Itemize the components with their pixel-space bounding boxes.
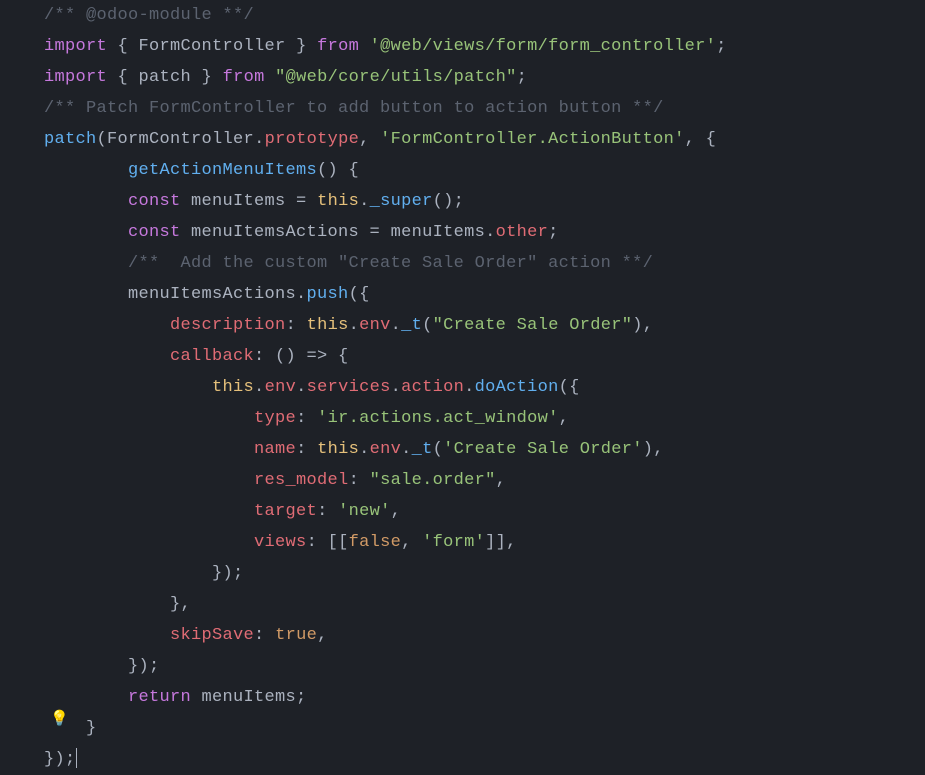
code-line: }); (44, 744, 925, 775)
code-line: callback: () => { (44, 341, 925, 372)
code-line: description: this.env._t("Create Sale Or… (44, 310, 925, 341)
code-line: views: [[false, 'form']], (44, 527, 925, 558)
code-line: const menuItemsActions = menuItems.other… (44, 217, 925, 248)
code-line: menuItemsActions.push({ (44, 279, 925, 310)
code-line: /** @odoo-module **/ (44, 0, 925, 31)
code-line: skipSave: true, (44, 620, 925, 651)
code-line: this.env.services.action.doAction({ (44, 372, 925, 403)
code-line: /** Patch FormController to add button t… (44, 93, 925, 124)
code-line: name: this.env._t('Create Sale Order'), (44, 434, 925, 465)
code-line: } (44, 713, 925, 744)
code-line: const menuItems = this._super(); (44, 186, 925, 217)
code-line: }); (44, 558, 925, 589)
code-line: return menuItems; (44, 682, 925, 713)
code-line: import { patch } from "@web/core/utils/p… (44, 62, 925, 93)
code-line: /** Add the custom "Create Sale Order" a… (44, 248, 925, 279)
text-cursor (76, 748, 77, 768)
code-editor[interactable]: /** @odoo-module **/ import { FormContro… (44, 0, 925, 775)
lightbulb-icon[interactable]: 💡 (50, 704, 69, 735)
code-line: res_model: "sale.order", (44, 465, 925, 496)
code-line: target: 'new', (44, 496, 925, 527)
code-line: }, (44, 589, 925, 620)
code-line: type: 'ir.actions.act_window', (44, 403, 925, 434)
code-line: patch(FormController.prototype, 'FormCon… (44, 124, 925, 155)
code-line: }); (44, 651, 925, 682)
code-line: import { FormController } from '@web/vie… (44, 31, 925, 62)
code-line: getActionMenuItems() { (44, 155, 925, 186)
